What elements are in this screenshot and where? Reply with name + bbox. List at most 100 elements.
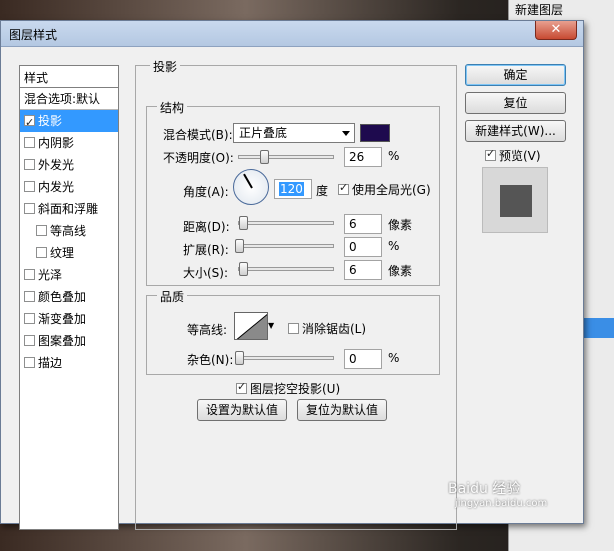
style-item-label: 描边 <box>38 356 63 370</box>
knockout-check-icon <box>236 380 247 394</box>
contour-curve-icon <box>236 313 267 339</box>
opacity-slider-thumb[interactable] <box>259 150 269 164</box>
style-item-label: 等高线 <box>50 224 87 238</box>
dialog-title: 图层样式 <box>9 28 58 42</box>
blend-mode-select[interactable]: 正片叠底 <box>233 123 355 143</box>
shadow-color-swatch[interactable] <box>360 124 390 142</box>
style-item-label: 内阴影 <box>38 136 75 150</box>
structure-group: 结构 混合模式(B): 正片叠底 不透明度(O): 26 % 角度(A): 12… <box>146 99 440 286</box>
global-light-label: 使用全局光(G) <box>352 183 431 197</box>
distance-slider-thumb[interactable] <box>239 216 248 230</box>
style-item-checkbox-icon[interactable] <box>24 269 35 280</box>
opacity-label: 不透明度(O): <box>163 151 234 165</box>
quality-title: 品质 <box>157 288 188 305</box>
style-item-checkbox-icon[interactable] <box>24 335 35 346</box>
distance-unit: 像素 <box>388 218 413 232</box>
contour-picker[interactable] <box>234 312 268 340</box>
style-item[interactable]: 内发光 <box>20 176 118 198</box>
baidu-watermark-url: jingyan.baidu.com <box>455 498 548 509</box>
section-title: 投影 <box>150 58 181 75</box>
anti-alias-checkbox[interactable]: 消除锯齿(L) <box>288 320 366 337</box>
style-item-label: 纹理 <box>50 246 75 260</box>
style-item-checkbox-icon[interactable] <box>24 137 35 148</box>
style-item-checkbox-icon[interactable] <box>24 357 35 368</box>
preview-label: 预览(V) <box>499 149 541 163</box>
noise-label: 杂色(N): <box>187 353 234 367</box>
style-item-label: 外发光 <box>38 158 75 172</box>
style-item[interactable]: 图案叠加 <box>20 330 118 352</box>
global-light-checkbox[interactable]: 使用全局光(G) <box>338 181 431 198</box>
anti-alias-label: 消除锯齿(L) <box>302 322 367 336</box>
styles-list: 样式 混合选项:默认投影内阴影外发光内发光斜面和浮雕等高线纹理光泽颜色叠加渐变叠… <box>19 65 119 530</box>
style-item-checkbox-icon[interactable] <box>36 225 47 236</box>
style-item-checkbox-icon[interactable] <box>24 181 35 192</box>
style-item[interactable]: 外发光 <box>20 154 118 176</box>
make-default-button[interactable]: 设置为默认值 <box>197 399 287 421</box>
distance-label: 距离(D): <box>183 220 230 234</box>
size-label: 大小(S): <box>183 266 229 280</box>
style-item[interactable]: 颜色叠加 <box>20 286 118 308</box>
layer-style-dialog: 图层样式 ✕ 样式 混合选项:默认投影内阴影外发光内发光斜面和浮雕等高线纹理光泽… <box>0 20 584 530</box>
spread-slider-thumb[interactable] <box>235 239 244 253</box>
noise-slider-thumb[interactable] <box>235 351 244 365</box>
contour-label: 等高线: <box>187 323 228 337</box>
spread-input[interactable]: 0 <box>344 237 382 257</box>
opacity-input[interactable]: 26 <box>344 147 382 167</box>
style-item[interactable]: 投影 <box>20 110 118 134</box>
style-item[interactable]: 内阴影 <box>20 132 118 154</box>
blend-mode-label: 混合模式(B): <box>163 128 233 142</box>
style-item[interactable]: 渐变叠加 <box>20 308 118 330</box>
size-input[interactable]: 6 <box>344 260 382 280</box>
style-item-checkbox-icon[interactable] <box>24 313 35 324</box>
angle-unit: 度 <box>316 184 329 198</box>
ok-button[interactable]: 确定 <box>465 64 566 86</box>
style-item-label: 颜色叠加 <box>38 290 87 304</box>
style-item-checkbox-icon[interactable] <box>24 291 35 302</box>
style-item-label: 光泽 <box>38 268 63 282</box>
opacity-slider[interactable] <box>238 150 334 164</box>
bg-row-new-layer[interactable]: 新建图层 <box>509 0 614 20</box>
contour-dropdown-icon[interactable]: ▼ <box>268 321 274 330</box>
style-item-checkbox-icon[interactable] <box>24 203 35 214</box>
style-item-label: 混合选项:默认 <box>24 92 101 106</box>
style-item-checkbox-icon[interactable] <box>36 247 47 258</box>
style-item[interactable]: 混合选项:默认 <box>20 88 118 110</box>
size-unit: 像素 <box>388 264 413 278</box>
reset-default-button[interactable]: 复位为默认值 <box>297 399 387 421</box>
chevron-down-icon <box>342 131 350 136</box>
size-slider-thumb[interactable] <box>239 262 248 276</box>
style-item[interactable]: 描边 <box>20 352 118 374</box>
style-item[interactable]: 斜面和浮雕 <box>20 198 118 220</box>
spread-slider[interactable] <box>235 239 334 253</box>
drop-shadow-panel: 投影 结构 混合模式(B): 正片叠底 不透明度(O): 26 % 角度(A):… <box>135 58 457 530</box>
anti-alias-check-icon <box>288 323 299 334</box>
spread-label: 扩展(R): <box>183 243 229 257</box>
baidu-watermark: Baidu 经验 <box>448 481 521 497</box>
style-item-label: 斜面和浮雕 <box>38 202 99 216</box>
close-button[interactable]: ✕ <box>535 21 577 40</box>
noise-input[interactable]: 0 <box>344 349 382 369</box>
structure-title: 结构 <box>157 99 188 116</box>
angle-value: 120 <box>279 182 304 196</box>
noise-unit: % <box>388 351 400 365</box>
style-item-label: 图案叠加 <box>38 334 87 348</box>
angle-input[interactable]: 120 <box>274 179 312 199</box>
style-item[interactable]: 纹理 <box>20 242 118 264</box>
dialog-titlebar: 图层样式 ✕ <box>1 21 583 47</box>
angle-dial[interactable] <box>233 169 269 205</box>
size-slider[interactable] <box>238 262 334 276</box>
noise-slider[interactable] <box>235 351 334 365</box>
style-item-checkbox-icon[interactable] <box>24 159 35 170</box>
reset-button[interactable]: 复位 <box>465 92 566 114</box>
new-style-button[interactable]: 新建样式(W)... <box>465 120 566 142</box>
distance-slider[interactable] <box>238 216 334 230</box>
style-item-checkbox-icon[interactable] <box>24 112 35 134</box>
knockout-checkbox[interactable]: 图层挖空投影(U) <box>236 380 340 397</box>
style-item-label: 渐变叠加 <box>38 312 87 326</box>
style-item[interactable]: 光泽 <box>20 264 118 286</box>
style-item-label: 投影 <box>38 114 63 128</box>
style-item[interactable]: 等高线 <box>20 220 118 242</box>
distance-input[interactable]: 6 <box>344 214 382 234</box>
styles-list-header: 样式 <box>20 66 118 88</box>
preview-checkbox[interactable]: 预览(V) <box>485 147 541 164</box>
